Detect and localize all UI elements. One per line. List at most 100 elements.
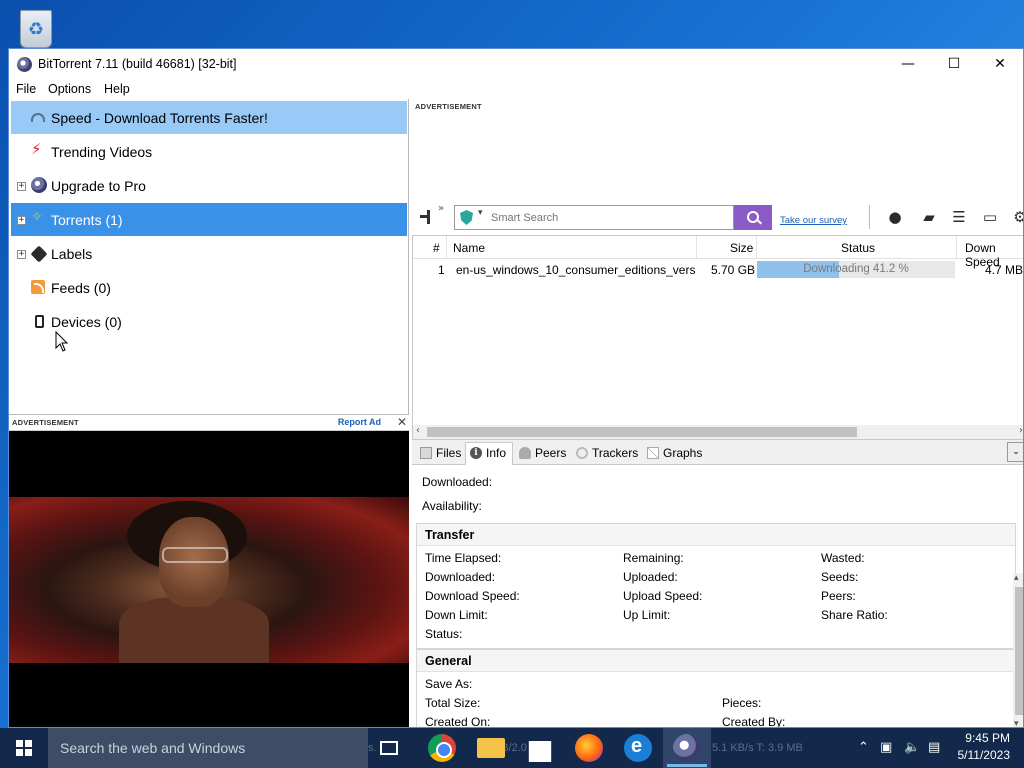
chrome-icon[interactable] bbox=[428, 734, 456, 762]
scroll-thumb[interactable] bbox=[427, 427, 857, 437]
chevron-up-icon[interactable]: ⌃ bbox=[858, 740, 869, 755]
scroll-thumb[interactable] bbox=[1015, 587, 1023, 715]
group-header bbox=[417, 524, 1015, 546]
sidebar-item-upgrade-pro[interactable]: + Upgrade to Pro bbox=[11, 169, 407, 202]
start-button[interactable] bbox=[0, 728, 48, 768]
column-size[interactable]: Size bbox=[730, 241, 753, 255]
network-icon[interactable]: ▣ bbox=[880, 740, 892, 755]
sidebar: Speed - Download Torrents Faster! ⚡ Tren… bbox=[9, 99, 409, 415]
scroll-up-icon[interactable]: ▴ bbox=[1014, 573, 1019, 583]
tab-info[interactable]: i Info bbox=[465, 442, 513, 466]
ad-label: ADVERTISEMENT bbox=[415, 102, 482, 111]
column-name[interactable]: Name bbox=[453, 241, 485, 255]
search-input[interactable] bbox=[491, 209, 731, 226]
tab-graphs[interactable]: Graphs bbox=[643, 443, 705, 465]
transfer-field: Download Speed: bbox=[425, 589, 520, 603]
clock-time[interactable]: 9:45 PM bbox=[965, 731, 1010, 745]
graphs-icon bbox=[647, 447, 659, 459]
scroll-left-icon[interactable]: ‹ bbox=[416, 425, 420, 436]
transfer-title: Transfer bbox=[425, 528, 475, 542]
horizontal-scrollbar[interactable]: ‹ › bbox=[413, 425, 1023, 439]
collapse-panel-icon[interactable]: ⌄ bbox=[1007, 442, 1023, 462]
sidebar-item-label: Feeds (0) bbox=[51, 280, 111, 296]
active-indicator bbox=[667, 764, 707, 767]
toolbar-overflow-icon[interactable]: » bbox=[438, 203, 444, 214]
expand-icon[interactable]: + bbox=[17, 216, 26, 225]
file-explorer-icon[interactable] bbox=[477, 738, 505, 758]
taskbar-search-text: Search the web and Windows bbox=[60, 740, 246, 756]
taskbar-search[interactable]: Search the web and Windows bbox=[48, 728, 368, 768]
maximize-button[interactable]: ☐ bbox=[931, 49, 977, 79]
sidebar-item-torrents[interactable]: + ✧ Torrents (1) bbox=[11, 203, 407, 236]
monitor-icon[interactable]: ▭ bbox=[981, 208, 999, 226]
info-panel: Downloaded: Availability: Transfer Time … bbox=[412, 465, 1023, 728]
notification-icon[interactable]: ▤ bbox=[928, 740, 940, 755]
speed-icon bbox=[31, 113, 45, 122]
sidebar-item-label: Torrents (1) bbox=[51, 212, 123, 228]
menu-options[interactable]: Options bbox=[48, 82, 91, 96]
column-divider[interactable] bbox=[696, 236, 697, 259]
chat-icon[interactable]: ▰ bbox=[920, 208, 938, 226]
tab-peers[interactable]: Peers bbox=[515, 443, 571, 465]
tab-trackers[interactable]: Trackers bbox=[572, 443, 642, 465]
vertical-scrollbar[interactable]: ▴ ▾ bbox=[1013, 573, 1023, 727]
sidebar-item-feeds[interactable]: Feeds (0) bbox=[11, 271, 407, 304]
torrent-list: # Name Size Status Down Speed 1 en-us_wi… bbox=[412, 235, 1023, 439]
general-field: Pieces: bbox=[722, 696, 762, 710]
column-divider[interactable] bbox=[956, 236, 957, 259]
lightbulb-icon[interactable]: ● bbox=[886, 208, 904, 226]
column-number[interactable]: # bbox=[433, 241, 440, 255]
ad-video[interactable] bbox=[9, 497, 409, 663]
edge-icon[interactable] bbox=[624, 734, 652, 762]
report-ad-link[interactable]: Report Ad bbox=[338, 417, 381, 427]
survey-link[interactable]: Take our survey bbox=[780, 215, 847, 226]
transfer-field: Up Limit: bbox=[623, 608, 671, 622]
firefox-icon[interactable] bbox=[575, 734, 603, 762]
sidebar-ad[interactable]: ADVERTISEMENT Report Ad ✕ bbox=[9, 415, 409, 727]
sidebar-item-label: Upgrade to Pro bbox=[51, 178, 146, 194]
add-torrent-icon[interactable] bbox=[420, 210, 430, 224]
transfer-field: Down Limit: bbox=[425, 608, 488, 622]
sidebar-item-labels[interactable]: + Labels bbox=[11, 237, 407, 270]
taskbar-ghost-text: s. bbox=[368, 742, 377, 754]
clock-date[interactable]: 5/11/2023 bbox=[958, 748, 1011, 762]
chevron-down-icon[interactable]: ▾ bbox=[478, 208, 483, 218]
general-field: Created By: bbox=[722, 715, 786, 728]
scroll-right-icon[interactable]: › bbox=[1019, 425, 1023, 436]
tab-label: Graphs bbox=[663, 446, 703, 460]
sidebar-item-speed[interactable]: Speed - Download Torrents Faster! bbox=[11, 101, 407, 134]
rss-icon bbox=[31, 280, 45, 294]
close-button[interactable]: ✕ bbox=[977, 49, 1023, 79]
scroll-down-icon[interactable]: ▾ bbox=[1014, 719, 1019, 727]
close-ad-icon[interactable]: ✕ bbox=[397, 415, 407, 429]
column-status[interactable]: Status bbox=[841, 241, 875, 255]
table-row[interactable]: 1 en-us_windows_10_consumer_editions_ver… bbox=[413, 259, 1023, 281]
gear-icon[interactable]: ⚙ bbox=[1011, 208, 1023, 226]
sidebar-item-trending-videos[interactable]: ⚡ Trending Videos bbox=[11, 135, 407, 168]
top-ad[interactable]: ADVERTISEMENT bbox=[412, 99, 1023, 199]
list-view-icon[interactable]: ☰ bbox=[950, 208, 968, 226]
general-field: Save As: bbox=[425, 677, 473, 691]
tab-files[interactable]: Files bbox=[416, 443, 464, 465]
column-divider[interactable] bbox=[446, 236, 447, 259]
sidebar-item-label: Devices (0) bbox=[51, 314, 122, 330]
column-divider[interactable] bbox=[756, 236, 757, 259]
row-status: Downloading 41.2 % bbox=[803, 263, 909, 275]
task-view-icon[interactable] bbox=[380, 741, 398, 755]
menu-file[interactable]: File bbox=[16, 82, 36, 96]
sidebar-item-devices[interactable]: Devices (0) bbox=[11, 305, 407, 338]
taskbar: Search the web and Windows s. D: MB/2.0 … bbox=[0, 728, 1024, 768]
bittorrent-taskbar-icon[interactable] bbox=[673, 734, 701, 762]
minimize-button[interactable]: — bbox=[885, 49, 931, 79]
files-icon bbox=[420, 447, 432, 459]
expand-icon[interactable]: + bbox=[17, 250, 26, 259]
menu-help[interactable]: Help bbox=[104, 82, 130, 96]
recycle-bin-desktop-icon[interactable] bbox=[14, 6, 60, 48]
store-icon[interactable] bbox=[528, 741, 552, 762]
list-header: # Name Size Status Down Speed bbox=[413, 236, 1023, 269]
expand-icon[interactable]: + bbox=[17, 182, 26, 191]
tab-label: Info bbox=[486, 446, 507, 460]
search-button[interactable] bbox=[734, 205, 772, 230]
row-size: 5.70 GB bbox=[711, 263, 756, 277]
volume-icon[interactable]: 🔈 bbox=[904, 740, 920, 755]
